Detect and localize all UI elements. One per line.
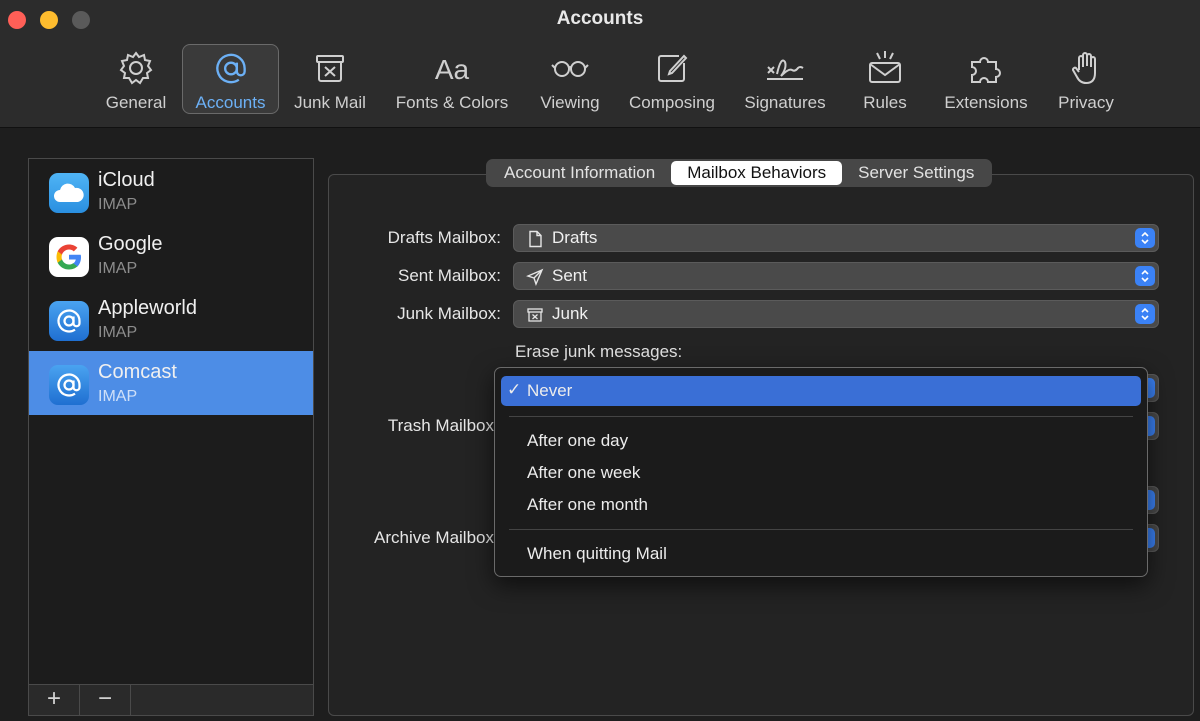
select-stepper-icon <box>1135 228 1155 248</box>
at-sign-icon <box>49 301 89 341</box>
toolbar-viewing-label: Viewing <box>540 93 600 112</box>
toolbar-privacy[interactable]: Privacy <box>1052 44 1120 114</box>
drafts-mailbox-label: Drafts Mailbox: <box>387 228 501 247</box>
sent-mailbox-select[interactable]: Sent <box>513 262 1159 290</box>
erase-junk-label: Erase junk messages: <box>515 342 683 361</box>
menu-item-when-quitting-mail[interactable]: When quitting Mail <box>501 539 1141 569</box>
account-type: IMAP <box>98 324 138 341</box>
icloud-icon <box>49 173 89 213</box>
at-sign-icon <box>49 365 89 405</box>
svg-text:Aa: Aa <box>435 54 470 85</box>
junk-mailbox-select[interactable]: Junk <box>513 300 1159 328</box>
toolbar-fonts-colors[interactable]: Aa Fonts & Colors <box>386 44 518 114</box>
document-icon <box>529 230 542 248</box>
menu-item-label: After one month <box>527 495 648 514</box>
toolbar-signatures[interactable]: Signatures <box>737 44 833 114</box>
toolbar-rules-label: Rules <box>863 93 907 112</box>
signature-icon <box>767 59 804 80</box>
menu-separator <box>509 529 1133 530</box>
at-sign-icon <box>215 53 246 84</box>
toolbar-composing[interactable]: Composing <box>621 44 723 114</box>
toolbar-extensions-label: Extensions <box>944 93 1028 112</box>
toolbar-junk-mail-label: Junk Mail <box>294 93 366 112</box>
tab-account-information[interactable]: Account Information <box>488 161 671 185</box>
menu-item-after-one-week[interactable]: After one week <box>501 458 1141 488</box>
add-account-button[interactable]: + <box>29 685 80 715</box>
account-type: IMAP <box>98 388 138 405</box>
menu-item-label: Never <box>527 381 573 400</box>
hand-icon <box>1072 52 1096 85</box>
toolbar-viewing[interactable]: Viewing <box>533 44 607 114</box>
paper-plane-icon <box>526 268 544 286</box>
tab-mailbox-behaviors[interactable]: Mailbox Behaviors <box>671 161 843 185</box>
account-item-icloud[interactable]: iCloud IMAP <box>29 159 313 223</box>
account-name: iCloud <box>98 169 155 191</box>
archive-mailbox-label: Archive Mailbox <box>374 528 494 547</box>
menu-separator <box>509 416 1133 417</box>
toolbar-privacy-label: Privacy <box>1058 93 1114 112</box>
glasses-icon <box>551 61 589 77</box>
sent-mailbox-label: Sent Mailbox: <box>398 266 501 285</box>
window-title: Accounts <box>556 8 644 29</box>
sidebar-footer: + − <box>28 684 314 716</box>
drafts-mailbox-value: Drafts <box>552 228 598 247</box>
account-name: Appleworld <box>98 297 197 319</box>
junk-bin-icon <box>527 308 543 322</box>
tab-server-settings[interactable]: Server Settings <box>842 161 990 185</box>
gear-icon <box>119 51 153 85</box>
checkmark-icon: ✓ <box>507 380 522 399</box>
settings-tabs: Account Information Mailbox Behaviors Se… <box>486 159 993 187</box>
junk-mailbox-label: Junk Mailbox: <box>397 304 501 323</box>
menu-item-after-one-day[interactable]: After one day <box>501 426 1141 456</box>
google-icon <box>49 237 89 277</box>
puzzle-icon <box>971 57 1001 83</box>
toolbar-composing-label: Composing <box>629 93 715 112</box>
select-stepper-icon <box>1135 304 1155 324</box>
account-type: IMAP <box>98 196 138 213</box>
toolbar-rules[interactable]: Rules <box>858 44 912 114</box>
account-type: IMAP <box>98 260 138 277</box>
toolbar-accounts-label: Accounts <box>195 93 266 112</box>
menu-item-never[interactable]: ✓ Never <box>501 376 1141 406</box>
toolbar-junk-mail[interactable]: Junk Mail <box>287 44 373 114</box>
trash-mailbox-label: Trash Mailbox <box>387 416 494 435</box>
toolbar-general[interactable]: General <box>100 44 172 114</box>
junk-mailbox-value: Junk <box>552 304 588 323</box>
font-aa-icon: Aa <box>435 54 470 85</box>
select-stepper-icon <box>1135 266 1155 286</box>
junk-bin-icon <box>316 55 344 82</box>
menu-item-after-one-month[interactable]: After one month <box>501 490 1141 520</box>
menu-item-label: After one day <box>527 431 629 450</box>
rules-envelope-icon <box>869 51 901 83</box>
menu-item-label: When quitting Mail <box>527 544 667 563</box>
toolbar-accounts[interactable]: Accounts <box>182 44 279 114</box>
remove-account-button[interactable]: − <box>80 685 131 715</box>
erase-junk-menu[interactable]: ✓ Never After one day After one week Aft… <box>494 367 1148 577</box>
account-name: Google <box>98 233 163 255</box>
toolbar-fonts-colors-label: Fonts & Colors <box>395 93 509 112</box>
sent-mailbox-value: Sent <box>552 266 587 285</box>
drafts-mailbox-select[interactable]: Drafts <box>513 224 1159 252</box>
compose-icon <box>658 54 688 82</box>
account-item-comcast[interactable]: Comcast IMAP <box>29 351 313 415</box>
toolbar-extensions[interactable]: Extensions <box>937 44 1035 114</box>
account-name: Comcast <box>98 361 177 383</box>
toolbar-general-label: General <box>105 93 167 112</box>
menu-item-label: After one week <box>527 463 641 482</box>
toolbar-signatures-label: Signatures <box>744 93 826 112</box>
title-bar: Accounts General Accounts Junk Mail Aa F… <box>0 0 1200 128</box>
